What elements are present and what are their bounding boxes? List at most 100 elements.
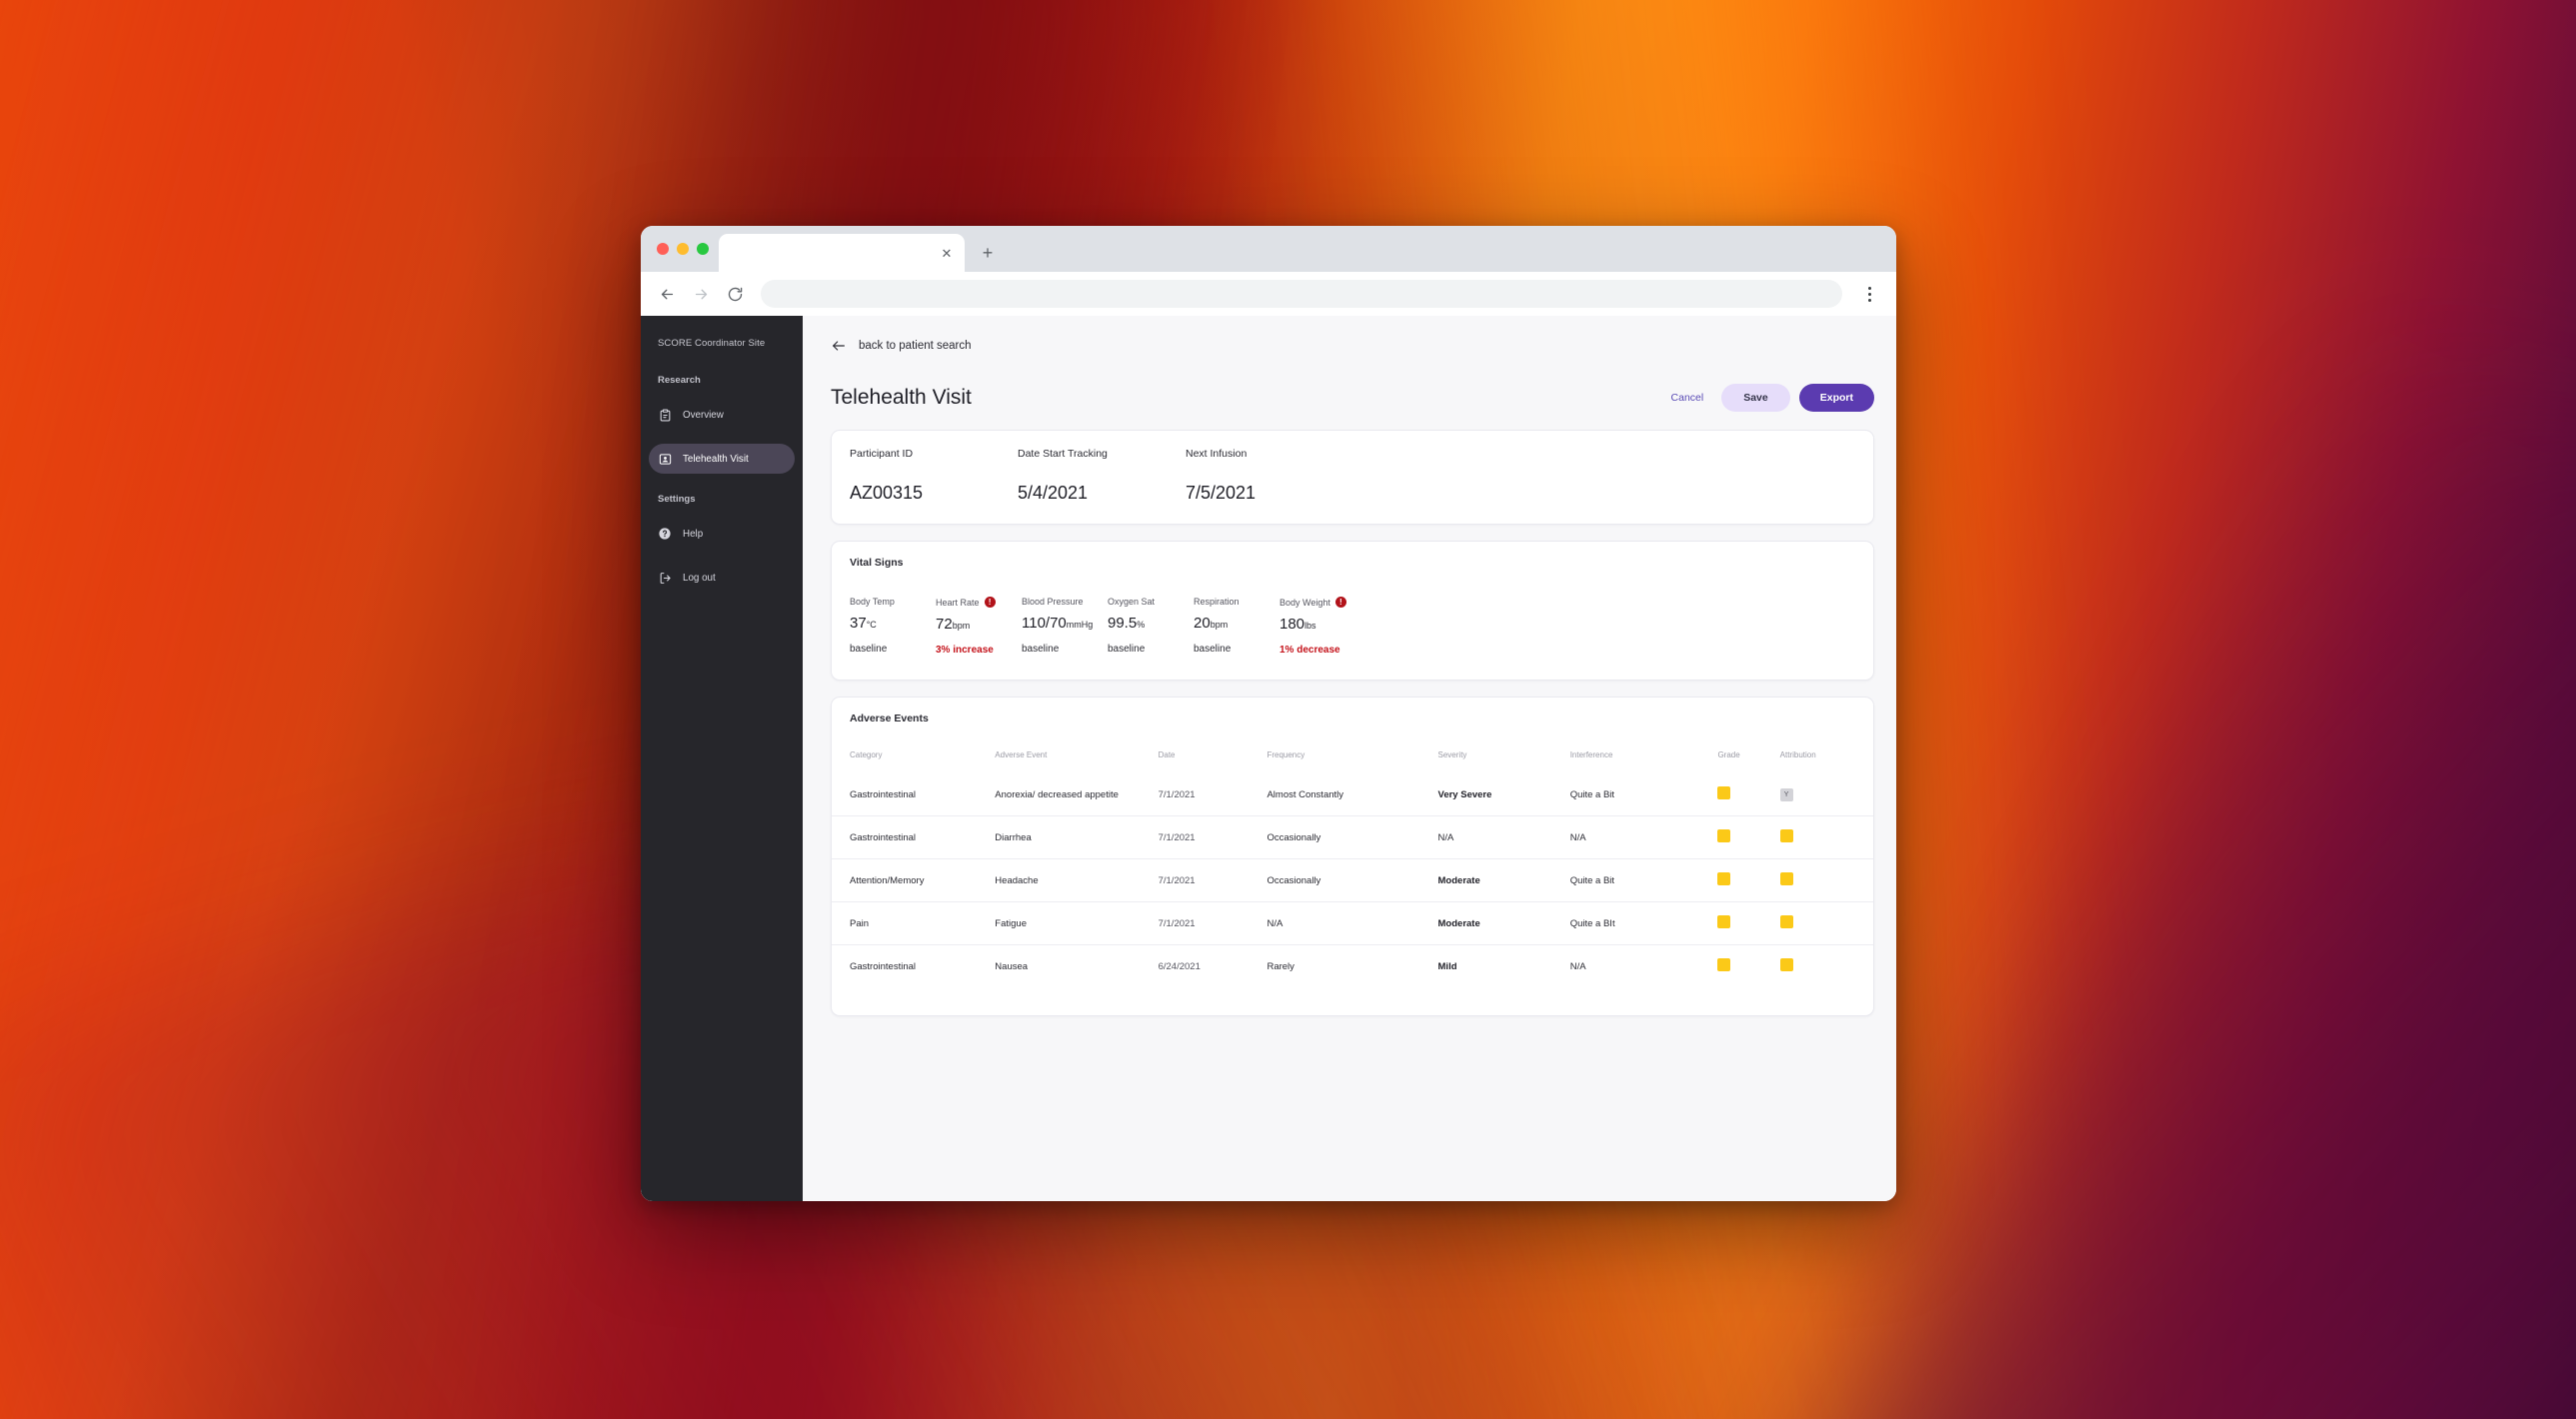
column-header-frequency[interactable]: Frequency: [1267, 750, 1437, 773]
save-button[interactable]: Save: [1721, 384, 1790, 412]
alert-exclamation-icon: !: [984, 597, 996, 608]
sidebar-item-overview[interactable]: Overview: [649, 400, 795, 430]
vital-number: 72: [936, 616, 953, 633]
column-header-category[interactable]: Category: [832, 750, 995, 773]
table-row[interactable]: Pain Fatigue 7/1/2021 N/A Moderate Quite…: [832, 901, 1873, 945]
vital-unit: mmHg: [1066, 620, 1094, 630]
vital-label-text: Blood Pressure: [1022, 597, 1084, 607]
sidebar-item-label: Telehealth Visit: [683, 453, 749, 465]
vital-value: 72bpm: [936, 616, 1022, 633]
attribution-badge: Y: [1779, 787, 1793, 801]
vital-label: Body Temp: [850, 597, 936, 607]
cancel-button[interactable]: Cancel: [1662, 385, 1713, 411]
vital-signs-row: Body Temp 37°C baseline Heart Rate ! 72b…: [832, 569, 1873, 680]
maximize-window-button[interactable]: [697, 243, 709, 255]
sidebar-item-log-out[interactable]: Log out: [649, 563, 795, 593]
table-row[interactable]: Gastrointestinal Anorexia/ decreased app…: [832, 773, 1873, 816]
arrow-left-icon[interactable]: [653, 280, 681, 308]
cell-date: 6/24/2021: [1158, 944, 1268, 987]
video-person-icon: [658, 452, 672, 466]
vital-signs-card: Vital Signs Body Temp 37°C baseline Hear…: [831, 541, 1874, 681]
sidebar-section-settings: Settings: [658, 494, 696, 505]
plus-icon[interactable]: +: [973, 238, 1003, 268]
minimize-window-button[interactable]: [677, 243, 689, 255]
column-header-attribution[interactable]: Attribution: [1780, 750, 1873, 773]
vital-label: Blood Pressure: [1022, 597, 1108, 607]
cell-interference: N/A: [1569, 815, 1718, 859]
vital-number: 37: [850, 615, 867, 632]
cell-frequency: Occasionally: [1267, 858, 1438, 902]
vital-number: 20: [1194, 615, 1211, 632]
column-header-date[interactable]: Date: [1159, 750, 1268, 773]
attribution-swatch: [1779, 915, 1793, 928]
sidebar: SCORE Coordinator Site Research Overview: [641, 316, 803, 1201]
back-to-patient-search-link[interactable]: back to patient search: [831, 338, 1874, 354]
vital-unit: lbs: [1304, 621, 1316, 631]
table-row[interactable]: Attention/Memory Headache 7/1/2021 Occas…: [832, 858, 1873, 902]
attribution-swatch: [1779, 829, 1793, 842]
field-value: 5/4/2021: [1018, 483, 1089, 503]
cell-frequency: N/A: [1267, 901, 1438, 945]
cell-grade: [1717, 815, 1780, 859]
page-title: Telehealth Visit: [831, 386, 972, 409]
vital-value: 37°C: [850, 615, 936, 632]
column-header-interference[interactable]: Interference: [1570, 750, 1718, 773]
window-traffic-lights: [653, 226, 719, 272]
cell-category: Attention/Memory: [832, 858, 996, 902]
cell-category: Gastrointestinal: [850, 788, 917, 800]
column-header-severity[interactable]: Severity: [1438, 750, 1570, 773]
address-bar-input[interactable]: [761, 280, 1842, 308]
cell-attribution: [1779, 858, 1873, 902]
attribution-swatch: [1779, 958, 1793, 971]
reload-icon[interactable]: [721, 280, 749, 308]
export-button[interactable]: Export: [1798, 384, 1874, 412]
vital-number: 99.5: [1108, 615, 1138, 632]
field-label: Date Start Tracking: [1018, 448, 1108, 460]
participant-field: Date Start Tracking 5/4/2021: [1018, 448, 1186, 504]
vital-label-text: Body Weight: [1280, 597, 1330, 608]
sidebar-item-telehealth-visit[interactable]: Telehealth Visit: [649, 444, 795, 474]
column-header-grade[interactable]: Grade: [1717, 750, 1779, 773]
cell-severity: Moderate: [1437, 858, 1570, 902]
cell-adverse-event: Diarrhea: [995, 815, 1159, 859]
vital-label-text: Heart Rate: [936, 597, 980, 608]
grade-swatch: [1717, 915, 1731, 928]
vital-signs-title: Vital Signs: [850, 557, 904, 569]
table-row[interactable]: Gastrointestinal Nausea 6/24/2021 Rarely…: [832, 944, 1873, 987]
cell-frequency: Rarely: [1267, 944, 1438, 987]
cell-grade: [1717, 773, 1779, 816]
field-label: Participant ID: [850, 448, 914, 460]
cell-severity: N/A: [1437, 815, 1570, 859]
sidebar-item-help[interactable]: Help: [649, 519, 795, 549]
close-icon[interactable]: ✕: [939, 245, 955, 261]
adverse-events-title: Adverse Events: [850, 712, 929, 724]
app-body: SCORE Coordinator Site Research Overview: [641, 316, 1896, 1201]
grade-swatch: [1717, 958, 1731, 971]
field-value: AZ00315: [850, 483, 924, 503]
vital-label: Respiration: [1194, 597, 1280, 607]
vital-label-text: Respiration: [1194, 597, 1240, 607]
cell-interference: Quite a BIt: [1569, 901, 1718, 945]
vital-note: baseline: [1022, 644, 1060, 655]
attribution-swatch: [1779, 872, 1793, 885]
vital-unit: bpm: [952, 621, 971, 631]
close-window-button[interactable]: [657, 243, 669, 255]
cell-severity: Very Severe: [1437, 788, 1492, 800]
browser-window: ✕ + SCORE Coordinator Site Research Over…: [641, 226, 1896, 1201]
vital-oxygen-sat: Oxygen Sat 99.5% baseline: [1108, 597, 1194, 656]
field-value: 7/5/2021: [1186, 483, 1257, 503]
vital-unit: bpm: [1210, 620, 1229, 630]
vital-note: baseline: [850, 644, 888, 655]
grade-swatch: [1717, 872, 1731, 885]
sidebar-item-label: Overview: [683, 409, 724, 421]
browser-tab[interactable]: ✕: [719, 234, 965, 272]
arrow-right-icon[interactable]: [687, 280, 715, 308]
cell-grade: [1717, 858, 1780, 902]
table-row[interactable]: Gastrointestinal Diarrhea 7/1/2021 Occas…: [832, 815, 1873, 859]
kebab-menu-icon[interactable]: [1856, 280, 1882, 308]
column-header-adverse-event[interactable]: Adverse Event: [995, 750, 1158, 773]
cell-attribution: [1779, 815, 1873, 859]
vital-label-text: Oxygen Sat: [1108, 597, 1156, 607]
back-link-label: back to patient search: [859, 340, 972, 352]
adverse-events-card: Adverse Events Category Adverse Event Da…: [831, 697, 1874, 1016]
